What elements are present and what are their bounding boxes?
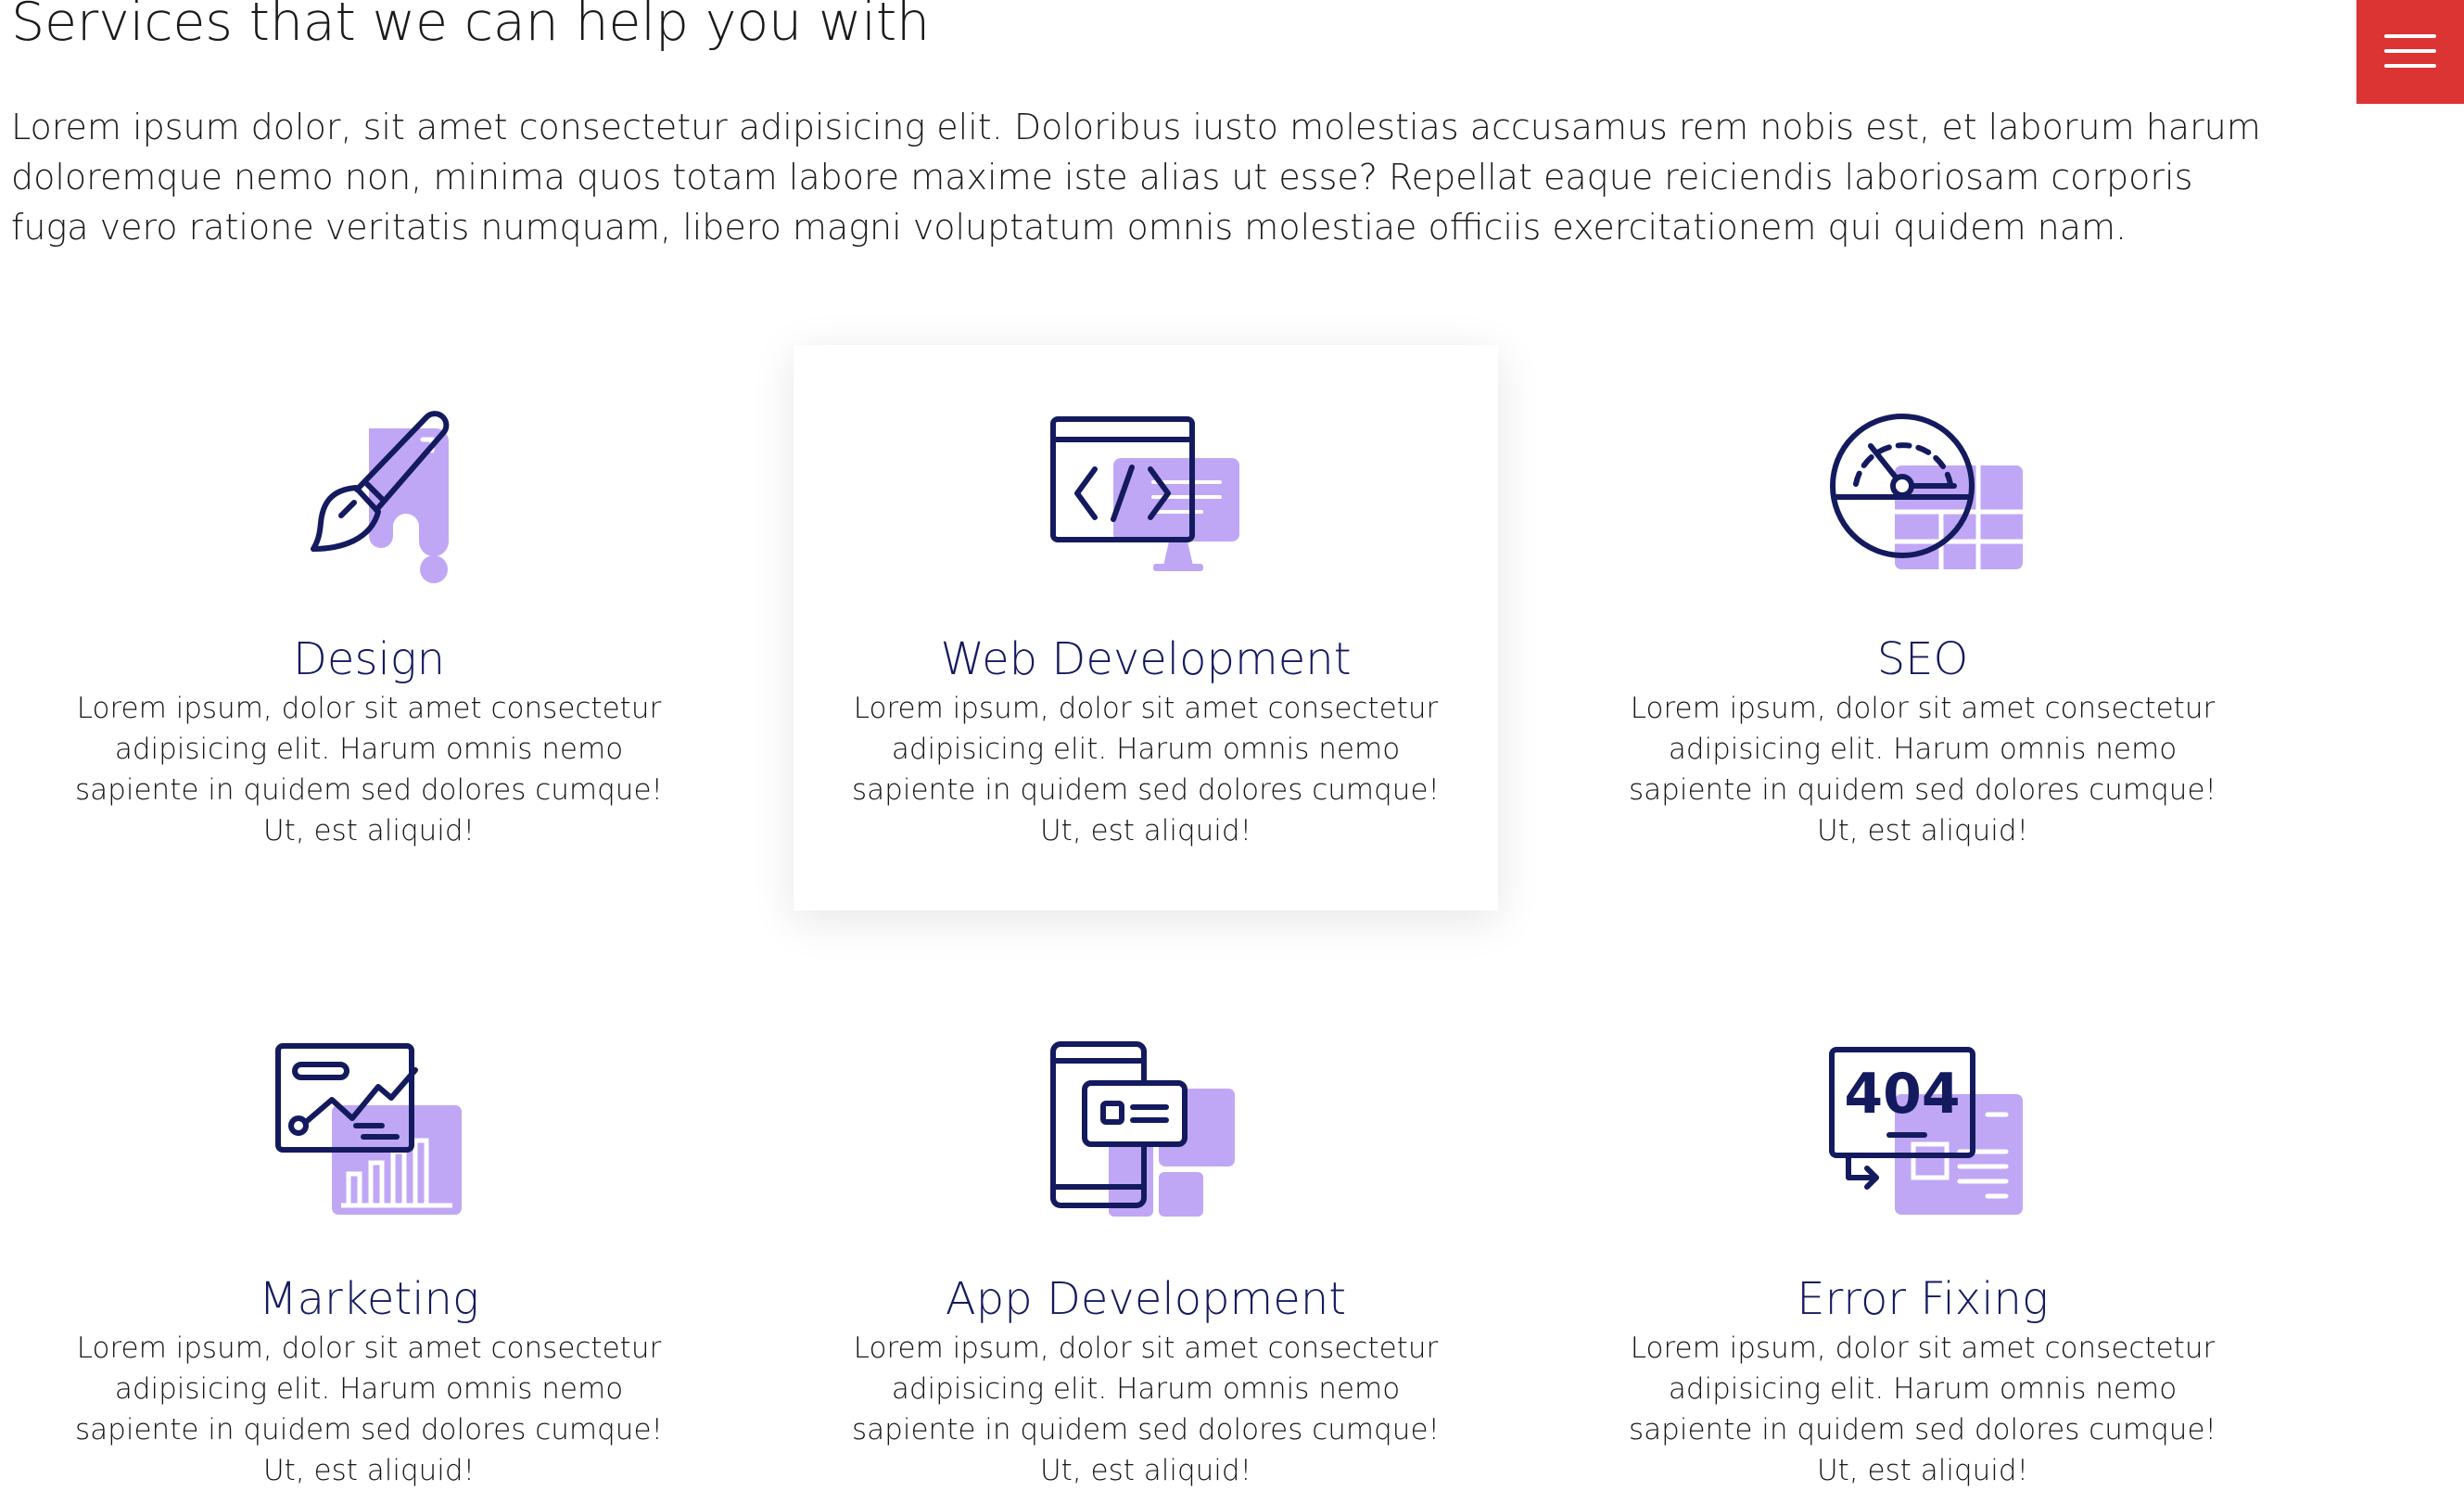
- marketing-chart-icon: [267, 1033, 471, 1237]
- service-card-seo[interactable]: SEO Lorem ipsum, dolor sit amet consecte…: [1570, 345, 2275, 911]
- menu-bar: [2384, 64, 2436, 68]
- design-brush-icon: [267, 393, 471, 597]
- page-title: Services that we can help you with: [11, 0, 930, 53]
- service-card-design[interactable]: Design Lorem ipsum, dolor sit amet conse…: [17, 345, 721, 911]
- service-card-marketing[interactable]: Marketing Lorem ipsum, dolor sit amet co…: [17, 985, 721, 1504]
- service-title: Web Development: [940, 633, 1352, 685]
- service-title: Error Fixing: [1797, 1273, 2049, 1325]
- service-description: Lorem ipsum, dolor sit amet consectetur …: [1629, 1332, 2216, 1487]
- error-404-icon: 404: [1821, 1033, 2025, 1237]
- service-card-error-fixing[interactable]: 404 Error Fixing Lorem ipsum, dolor sit …: [1570, 985, 2275, 1504]
- service-title: Marketing: [259, 1273, 479, 1325]
- service-title: App Development: [945, 1273, 1347, 1325]
- service-description: Lorem ipsum, dolor sit amet consectetur …: [75, 692, 663, 848]
- service-title: Design: [292, 633, 446, 685]
- menu-bar: [2384, 34, 2436, 38]
- app-development-phone-icon: [1044, 1033, 1248, 1237]
- services-grid: Design Lorem ipsum, dolor sit amet conse…: [17, 345, 2334, 1504]
- service-description: Lorem ipsum, dolor sit amet consectetur …: [852, 692, 1440, 848]
- service-description: Lorem ipsum, dolor sit amet consectetur …: [1629, 692, 2216, 848]
- services-page: Services that we can help you with Lorem…: [0, 0, 2464, 1504]
- service-title: SEO: [1876, 633, 1969, 685]
- web-development-monitor-icon: [1044, 393, 1248, 597]
- service-card-web-development[interactable]: Web Development Lorem ipsum, dolor sit a…: [794, 345, 1498, 911]
- service-description: Lorem ipsum, dolor sit amet consectetur …: [75, 1332, 663, 1487]
- menu-bar: [2384, 49, 2436, 53]
- hamburger-menu-button[interactable]: [2356, 0, 2464, 104]
- service-description: Lorem ipsum, dolor sit amet consectetur …: [852, 1332, 1440, 1487]
- error-code-text: 404: [1844, 1062, 1960, 1127]
- service-card-app-development[interactable]: App Development Lorem ipsum, dolor sit a…: [794, 985, 1498, 1504]
- seo-gauge-icon: [1821, 393, 2025, 597]
- intro-paragraph: Lorem ipsum dolor, sit amet consectetur …: [11, 107, 2261, 248]
